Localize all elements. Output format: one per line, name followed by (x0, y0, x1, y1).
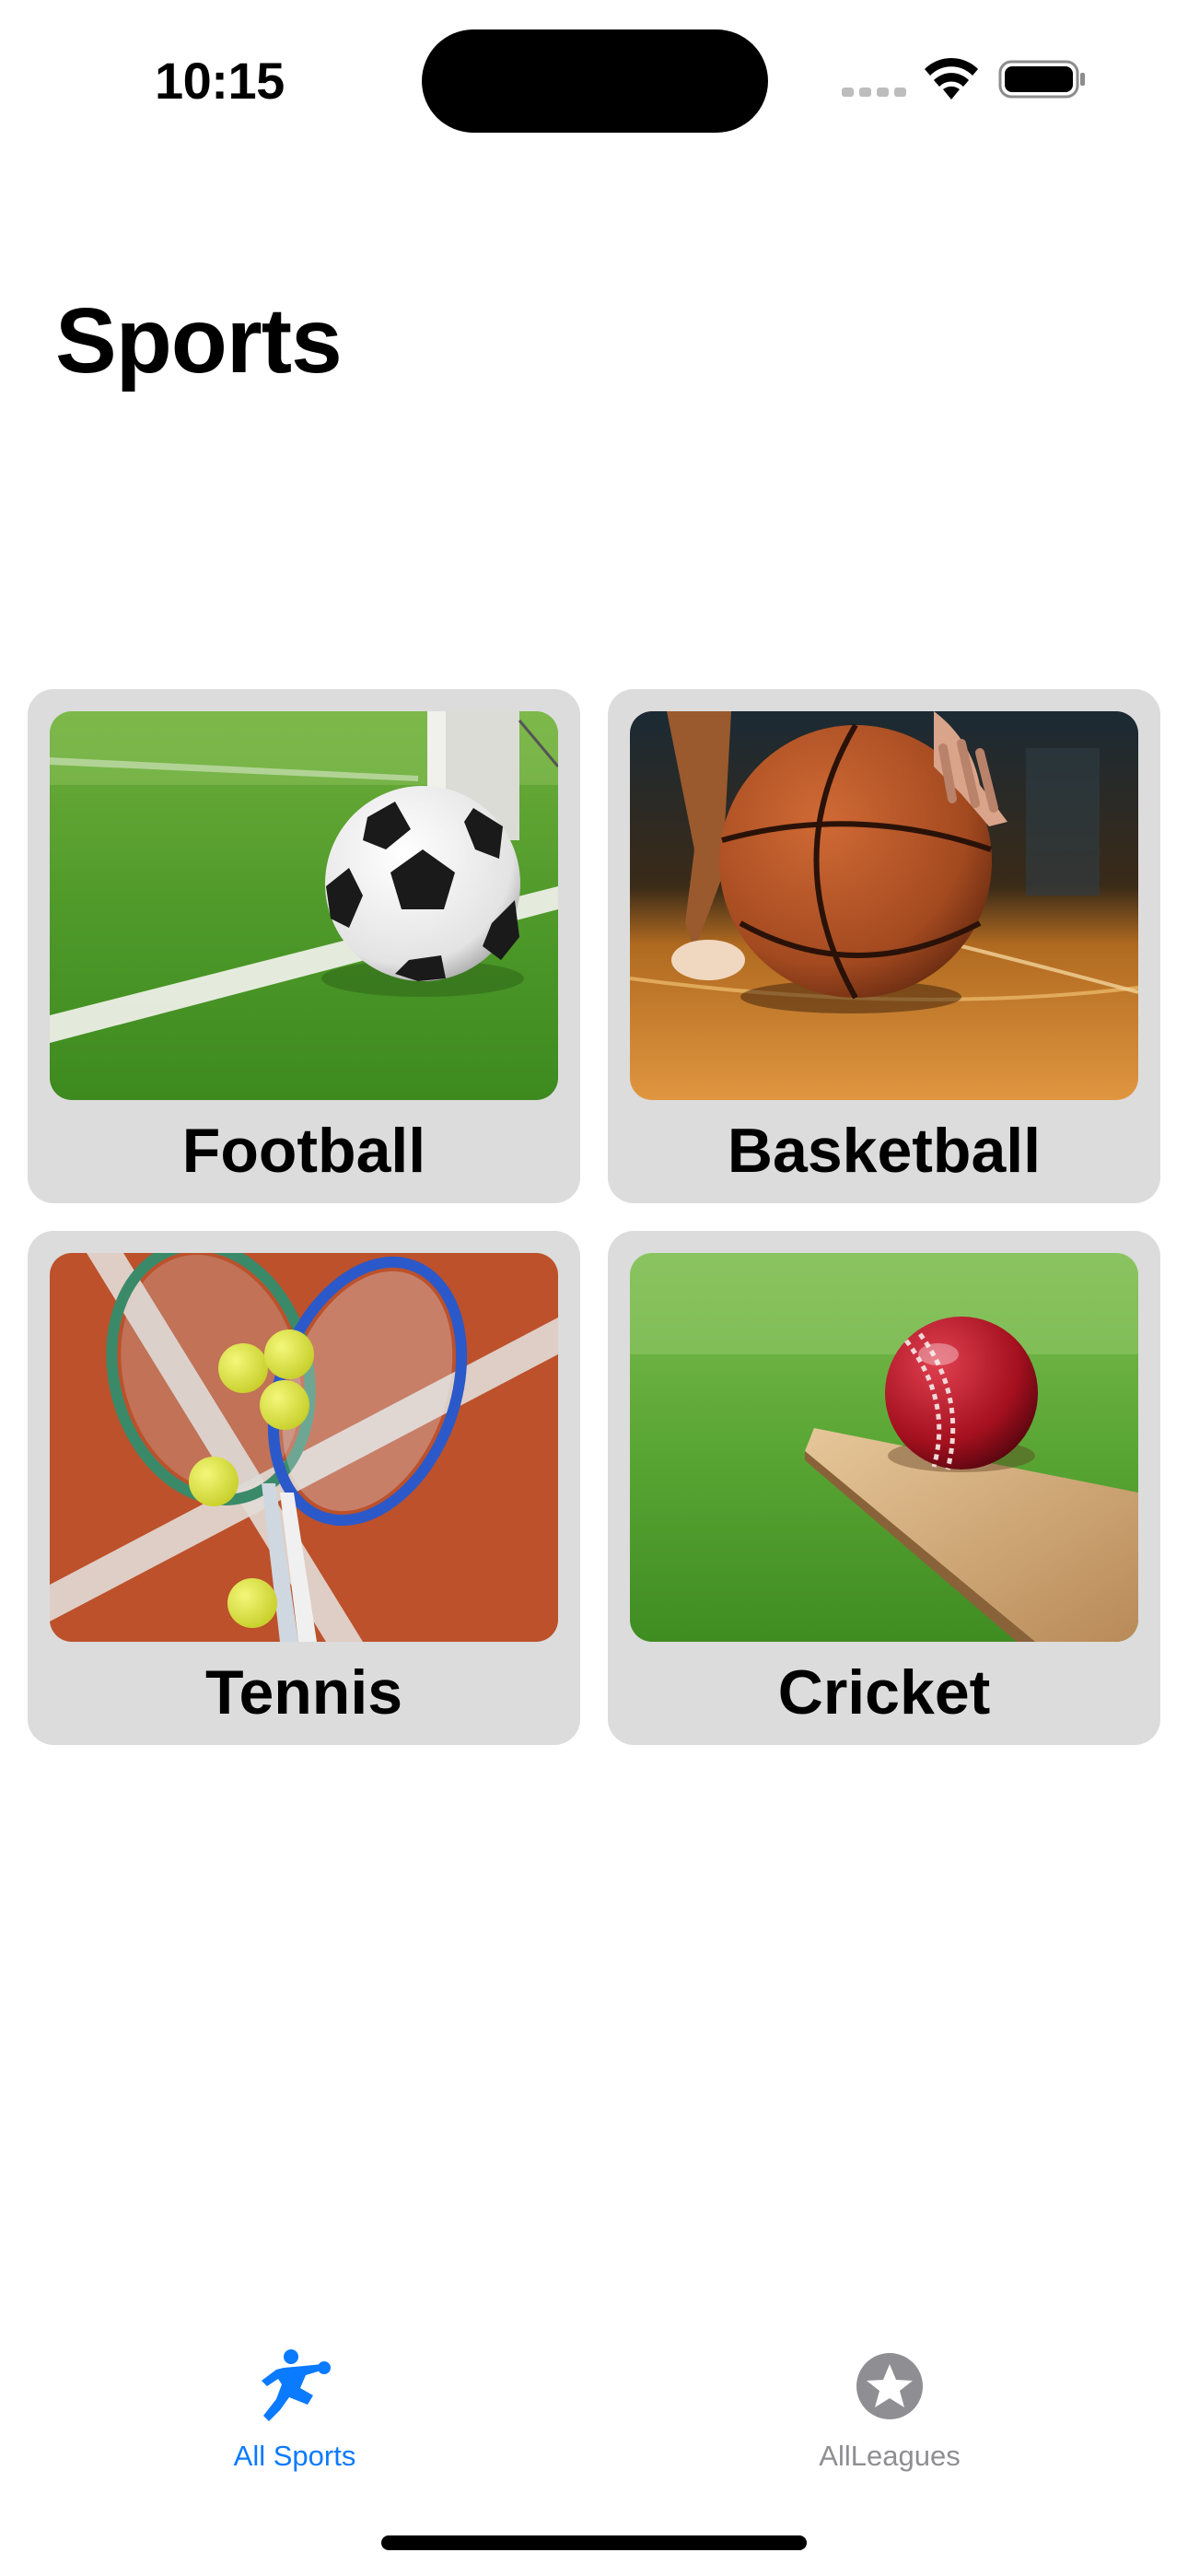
sport-label-football: Football (181, 1116, 426, 1186)
football-photo (50, 711, 558, 1100)
tab-label-all-sports: All Sports (233, 2440, 356, 2472)
tab-label-all-leagues: AllLeagues (819, 2440, 961, 2472)
sport-label-tennis: Tennis (204, 1657, 403, 1727)
sport-label-cricket: Cricket (777, 1657, 991, 1727)
tab-all-leagues[interactable]: AllLeagues (742, 2348, 1037, 2486)
dynamic-island (422, 29, 768, 133)
running-figure-icon (262, 2349, 331, 2421)
home-indicator[interactable] (381, 2535, 807, 2550)
sports-screen: 10:15 Sports Football Basketball Tennis … (0, 0, 1188, 2576)
wifi-icon (925, 57, 978, 100)
sport-card-football[interactable]: Football (28, 689, 580, 1203)
sport-card-tennis[interactable]: Tennis (28, 1231, 580, 1745)
star-circle-icon (856, 2353, 923, 2419)
battery-icon (998, 60, 1085, 99)
basketball-photo (630, 711, 1138, 1100)
tab-all-sports[interactable]: All Sports (147, 2348, 442, 2486)
sport-label-basketball: Basketball (727, 1116, 1042, 1186)
page-title: Sports (55, 289, 343, 392)
sport-card-cricket[interactable]: Cricket (608, 1231, 1160, 1745)
status-time: 10:15 (155, 52, 285, 110)
sport-card-basketball[interactable]: Basketball (608, 689, 1160, 1203)
cellular-signal-icon (842, 88, 906, 97)
tennis-photo (50, 1253, 558, 1642)
cricket-photo (630, 1253, 1138, 1642)
